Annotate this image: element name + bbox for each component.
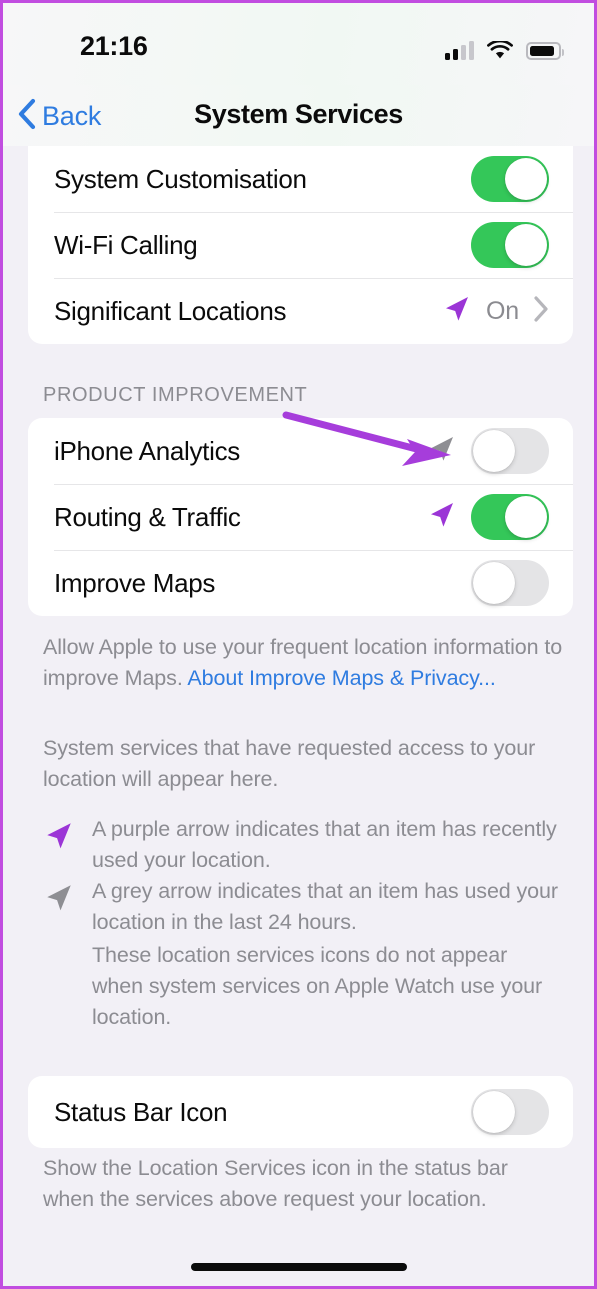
status-bar-icon-list: Status Bar Icon (28, 1076, 573, 1148)
improve-maps-footnote: Allow Apple to use your frequent locatio… (43, 632, 563, 694)
status-bar-icons (445, 34, 564, 60)
location-arrow-purple-icon (427, 500, 457, 535)
location-arrow-grey-icon (43, 876, 75, 938)
battery-icon (526, 42, 564, 60)
cellular-signal-icon (445, 41, 474, 60)
chevron-right-icon (533, 295, 549, 328)
row-label: Status Bar Icon (54, 1096, 228, 1127)
legend-item-grey-arrow: A grey arrow indicates that an item has … (43, 876, 563, 938)
legend-text: A purple arrow indicates that an item ha… (92, 817, 557, 872)
navigation-bar: Back System Services (3, 85, 594, 146)
row-routing-traffic[interactable]: Routing & Traffic (28, 484, 573, 550)
location-arrow-purple-icon (43, 814, 75, 876)
status-bar-clock: 21:16 (80, 31, 148, 61)
settings-scroll-view[interactable]: System Customisation Wi-Fi Calling Signi… (3, 146, 594, 1286)
wifi-icon (487, 39, 513, 60)
toggle-system-customisation[interactable] (471, 156, 549, 202)
row-label: iPhone Analytics (54, 435, 240, 466)
row-label: Wi-Fi Calling (54, 229, 198, 260)
home-indicator (190, 1263, 407, 1271)
row-label: System Customisation (54, 163, 307, 194)
toggle-iphone-analytics[interactable] (471, 428, 549, 474)
row-system-customisation[interactable]: System Customisation (28, 146, 573, 212)
row-significant-locations[interactable]: Significant Locations On (28, 278, 573, 344)
row-wifi-calling[interactable]: Wi-Fi Calling (28, 212, 573, 278)
section-header-product-improvement: PRODUCT IMPROVEMENT (43, 384, 308, 406)
legend-text: A grey arrow indicates that an item has … (92, 879, 558, 934)
phone-screen: 21:16 Back System Services System Custom… (0, 0, 597, 1289)
row-label: Routing & Traffic (54, 501, 241, 532)
location-arrow-purple-icon (442, 294, 472, 329)
row-iphone-analytics[interactable]: iPhone Analytics (28, 418, 573, 484)
toggle-routing-traffic[interactable] (471, 494, 549, 540)
location-arrow-grey-icon (427, 434, 457, 469)
toggle-wifi-calling[interactable] (471, 222, 549, 268)
legend-item-purple-arrow: A purple arrow indicates that an item ha… (43, 814, 563, 876)
explainer-intro: System services that have requested acce… (43, 736, 536, 791)
system-services-list: System Customisation Wi-Fi Calling Signi… (28, 146, 573, 344)
toggle-status-bar-icon[interactable] (471, 1089, 549, 1135)
about-improve-maps-privacy-link[interactable]: About Improve Maps & Privacy... (187, 666, 495, 690)
toggle-improve-maps[interactable] (471, 560, 549, 606)
status-bar: 21:16 (3, 3, 594, 85)
row-value: On (486, 296, 519, 325)
page-title: System Services (194, 99, 403, 129)
row-improve-maps[interactable]: Improve Maps (28, 550, 573, 616)
row-label: Improve Maps (54, 567, 216, 598)
row-status-bar-icon[interactable]: Status Bar Icon (28, 1076, 573, 1148)
product-improvement-list: iPhone Analytics Routing & Traffic Impro… (28, 418, 573, 616)
status-bar-icon-footnote: Show the Location Services icon in the s… (43, 1156, 508, 1211)
row-label: Significant Locations (54, 295, 287, 326)
explainer-outro: These location services icons do not app… (92, 943, 543, 1029)
